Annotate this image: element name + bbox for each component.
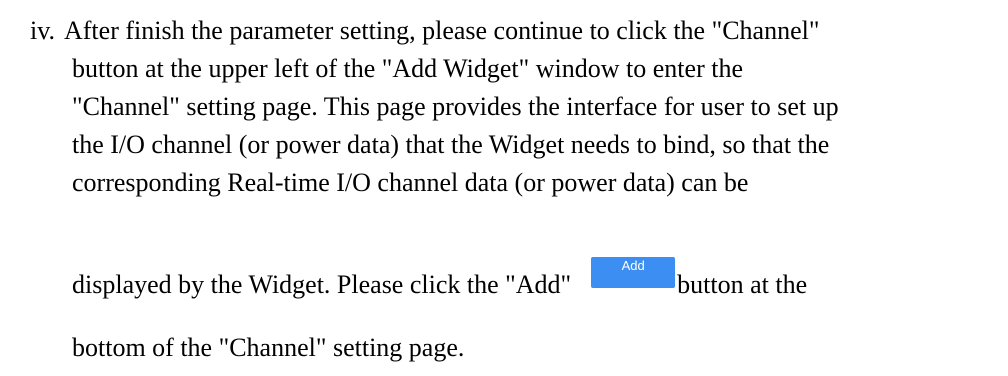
instruction-line-7: bottom of the "Channel" setting page. — [72, 333, 465, 362]
add-button[interactable]: Add — [591, 257, 676, 288]
instruction-line-6-text-after: button at the — [677, 270, 808, 299]
instruction-line-4: the I/O channel (or power data) that the… — [72, 130, 830, 159]
instruction-line-1: After finish the parameter setting, plea… — [64, 16, 820, 45]
instruction-line-3: "Channel" setting page. This page provid… — [72, 92, 839, 121]
instruction-line-6-text-before: displayed by the Widget. Please click th… — [72, 270, 572, 299]
instruction-line-6: displayed by the Widget. Please click th… — [72, 257, 1002, 304]
list-marker: iv. — [30, 16, 56, 45]
instruction-line-5: corresponding Real-time I/O channel data… — [72, 168, 749, 197]
instruction-line-2: button at the upper left of the "Add Wid… — [72, 54, 743, 83]
